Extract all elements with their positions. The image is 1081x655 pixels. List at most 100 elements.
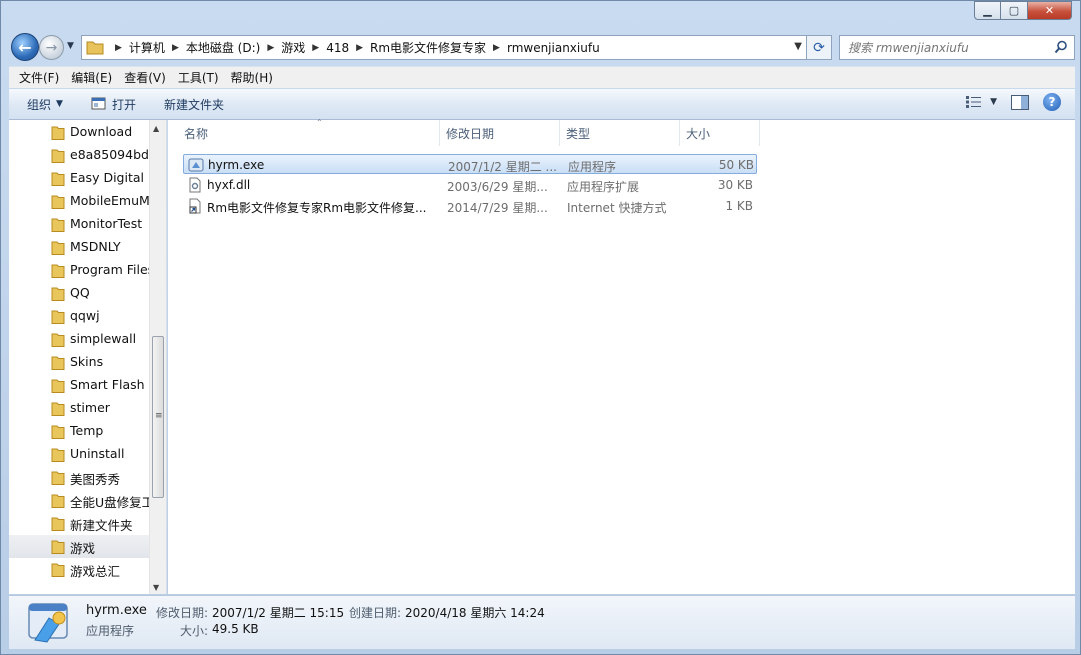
- breadcrumb-separator-icon[interactable]: ▶: [312, 43, 319, 53]
- search-input[interactable]: [848, 40, 1048, 55]
- command-bar: 组织 ▼ 打开 新建文件夹 ▼ ?: [9, 89, 1075, 120]
- sidebar-item-label: MSDNLY: [70, 239, 121, 254]
- sidebar-item[interactable]: Skins: [9, 351, 149, 374]
- sidebar-item[interactable]: MSDNLY: [9, 236, 149, 259]
- menu-file[interactable]: 文件(F): [13, 67, 65, 88]
- folder-icon: [51, 425, 65, 439]
- view-list-icon: [966, 96, 982, 108]
- file-size: 1 KB: [725, 199, 753, 213]
- exe-icon: [188, 158, 204, 172]
- sidebar-item[interactable]: simplewall: [9, 328, 149, 351]
- detail-modified-value: 2007/1/2 星期二 15:15: [212, 606, 345, 620]
- breadcrumb-games[interactable]: 游戏: [281, 39, 305, 56]
- column-date[interactable]: 修改日期: [440, 120, 560, 146]
- organize-button[interactable]: 组织 ▼: [19, 93, 71, 116]
- scroll-up-icon[interactable]: ▲: [153, 124, 159, 133]
- sidebar-item[interactable]: Uninstall: [9, 443, 149, 466]
- file-type: Internet 快捷方式: [567, 201, 667, 215]
- help-icon[interactable]: ?: [1043, 93, 1061, 111]
- forward-button[interactable]: →: [39, 35, 64, 60]
- sidebar-item[interactable]: 游戏总汇: [9, 558, 149, 581]
- file-name: hyrm.exe: [208, 158, 265, 172]
- column-name-label: 名称: [184, 126, 209, 141]
- sidebar-item[interactable]: Download: [9, 121, 149, 144]
- open-button[interactable]: 打开: [83, 93, 144, 116]
- search-icon[interactable]: [1054, 40, 1068, 54]
- table-row[interactable]: Rm电影文件修复专家Rm电影文件修复... 2014/7/29 星期... In…: [183, 196, 757, 216]
- column-type[interactable]: 类型: [560, 120, 680, 146]
- folder-icon: [51, 149, 65, 163]
- sidebar-item-label: qqwj: [70, 308, 100, 323]
- maximize-button[interactable]: ▢: [1001, 1, 1028, 20]
- table-row[interactable]: hyrm.exe 2007/1/2 星期二 ... 应用程序 50 KB: [183, 154, 757, 174]
- breadcrumb-418[interactable]: 418: [326, 41, 349, 55]
- breadcrumb-computer[interactable]: 计算机: [129, 39, 165, 56]
- recent-pages-dropdown[interactable]: ▼: [67, 41, 74, 51]
- menu-tools[interactable]: 工具(T): [172, 67, 225, 88]
- breadcrumb-separator-icon[interactable]: ▶: [267, 43, 274, 53]
- menu-view[interactable]: 查看(V): [118, 67, 172, 88]
- sidebar-item[interactable]: 全能U盘修复工: [9, 489, 149, 512]
- address-bar[interactable]: ▶ 计算机 ▶ 本地磁盘 (D:) ▶ 游戏 ▶ 418 ▶ Rm电影文件修复专…: [81, 35, 807, 60]
- address-dropdown-icon[interactable]: ▼: [794, 41, 802, 52]
- menu-edit[interactable]: 编辑(E): [65, 67, 118, 88]
- column-name[interactable]: 名称 ⌃: [178, 118, 440, 146]
- detail-file-name: hyrm.exe: [86, 603, 147, 618]
- explorer-window: ▁ ▢ ✕ ← → ▼ ▶ 计算机 ▶ 本地磁盘 (D:) ▶ 游戏 ▶ 418…: [0, 0, 1081, 655]
- nav-scrollbar[interactable]: ▲ ≡ ▼: [149, 120, 166, 594]
- preview-pane-icon[interactable]: [1011, 94, 1029, 110]
- address-row: ← → ▼ ▶ 计算机 ▶ 本地磁盘 (D:) ▶ 游戏 ▶ 418 ▶ Rm电…: [9, 31, 1075, 63]
- file-date: 2007/1/2 星期二 ...: [448, 160, 557, 174]
- sidebar-item[interactable]: Smart Flash R: [9, 374, 149, 397]
- sidebar-item[interactable]: 美图秀秀: [9, 466, 149, 489]
- sidebar-item[interactable]: e8a85094bdb: [9, 144, 149, 167]
- new-folder-button[interactable]: 新建文件夹: [156, 93, 232, 116]
- sidebar-item[interactable]: stimer: [9, 397, 149, 420]
- breadcrumb-separator-icon[interactable]: ▶: [172, 43, 179, 53]
- search-box[interactable]: [839, 35, 1075, 60]
- open-label: 打开: [111, 97, 136, 112]
- refresh-button[interactable]: ⟳: [807, 35, 832, 60]
- column-type-label: 类型: [566, 126, 591, 141]
- scrollbar-thumb[interactable]: ≡: [152, 336, 164, 498]
- sidebar-item[interactable]: Program Files: [9, 259, 149, 282]
- sidebar-item[interactable]: 新建文件夹: [9, 512, 149, 535]
- sidebar-item[interactable]: Temp: [9, 420, 149, 443]
- column-size-label: 大小: [686, 126, 711, 141]
- grip-icon: ≡: [155, 411, 163, 421]
- detail-modified-label: 修改日期:: [156, 606, 209, 620]
- folder-icon: [51, 356, 65, 370]
- column-date-label: 修改日期: [446, 126, 495, 141]
- sidebar-item[interactable]: 游戏: [9, 535, 149, 558]
- chevron-down-icon: ▼: [56, 99, 63, 109]
- sidebar-item[interactable]: MobileEmuM: [9, 190, 149, 213]
- folder-icon: [86, 41, 104, 55]
- breadcrumb-rm-repair[interactable]: Rm电影文件修复专家: [370, 39, 486, 56]
- scroll-down-icon[interactable]: ▼: [153, 583, 159, 592]
- menu-help[interactable]: 帮助(H): [225, 67, 279, 88]
- sidebar-item[interactable]: qqwj: [9, 305, 149, 328]
- sort-up-icon: ⌃: [316, 118, 323, 127]
- back-button[interactable]: ←: [11, 33, 39, 61]
- breadcrumb-separator-icon[interactable]: ▶: [493, 43, 500, 53]
- folder-icon: [51, 540, 65, 554]
- breadcrumb-separator-icon[interactable]: ▶: [115, 43, 122, 53]
- sidebar-item[interactable]: Easy Digital P: [9, 167, 149, 190]
- menu-bar: 文件(F) 编辑(E) 查看(V) 工具(T) 帮助(H): [9, 66, 1075, 88]
- breadcrumb-current-folder[interactable]: rmwenjianxiufu: [507, 41, 600, 55]
- table-row[interactable]: hyxf.dll 2003/6/29 星期... 应用程序扩展 30 KB: [183, 175, 757, 195]
- folder-icon: [51, 494, 65, 508]
- column-size[interactable]: 大小: [680, 120, 760, 146]
- sidebar-item[interactable]: QQ: [9, 282, 149, 305]
- breadcrumb-separator-icon[interactable]: ▶: [356, 43, 363, 53]
- detail-type: 应用程序: [86, 624, 135, 638]
- folder-icon: [51, 172, 65, 186]
- view-options-button[interactable]: ▼: [966, 96, 997, 108]
- sidebar-item-label: Program Files: [70, 262, 149, 277]
- breadcrumb-drive-d[interactable]: 本地磁盘 (D:): [186, 39, 260, 56]
- close-button[interactable]: ✕: [1028, 1, 1072, 20]
- minimize-button[interactable]: ▁: [974, 1, 1001, 20]
- sidebar-item-label: QQ: [70, 285, 90, 300]
- sidebar-item[interactable]: MonitorTest: [9, 213, 149, 236]
- folder-icon: [51, 241, 65, 255]
